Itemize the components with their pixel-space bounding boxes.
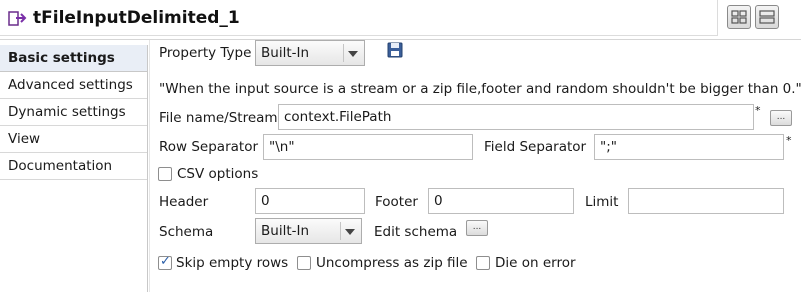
footer-label: Footer — [375, 194, 418, 210]
grid-layout-button[interactable] — [727, 5, 751, 29]
schema-label: Schema — [159, 224, 214, 240]
sidebar-item-advanced-settings[interactable]: Advanced settings — [0, 72, 147, 99]
required-marker: * — [755, 104, 761, 117]
schema-select[interactable]: Built-In — [255, 218, 362, 244]
combo-separator — [340, 222, 341, 240]
die-on-error-label: Die on error — [495, 255, 576, 271]
header-input[interactable]: 0 — [255, 188, 365, 214]
uncompress-zip-label: Uncompress as zip file — [316, 255, 468, 271]
required-marker: * — [786, 134, 792, 147]
footer-random-warning: "When the input source is a stream or a … — [159, 81, 801, 97]
uncompress-zip-checkbox[interactable] — [297, 256, 311, 270]
footer-input[interactable]: 0 — [428, 188, 574, 214]
schema-value: Built-In — [261, 223, 310, 239]
stack-layout-button[interactable] — [755, 5, 779, 29]
field-separator-input[interactable]: ";" — [594, 134, 784, 160]
file-input-icon — [8, 11, 27, 26]
sidebar-item-view[interactable]: View — [0, 126, 147, 153]
die-on-error-checkbox[interactable] — [476, 256, 490, 270]
property-type-select[interactable]: Built-In — [255, 40, 365, 66]
basic-settings-panel: Property Type Built-In "When the input s… — [149, 40, 801, 292]
combo-separator — [343, 44, 344, 62]
component-title: tFileInputDelimited_1 — [33, 8, 240, 28]
skip-empty-rows-label: Skip empty rows — [176, 255, 289, 271]
file-name-label: File name/Stream — [159, 110, 278, 126]
row-separator-input[interactable]: "\n" — [263, 134, 473, 160]
save-icon[interactable] — [387, 42, 403, 58]
limit-label: Limit — [585, 194, 619, 210]
edit-schema-button[interactable]: ... — [466, 220, 488, 236]
file-name-input[interactable]: context.FilePath — [278, 104, 754, 130]
settings-sidebar: Basic settings Advanced settings Dynamic… — [0, 45, 148, 292]
browse-file-button[interactable]: ... — [770, 110, 792, 126]
grid-layout-icon — [731, 10, 747, 24]
field-separator-label: Field Separator — [484, 139, 587, 155]
title-bar: tFileInputDelimited_1 — [0, 0, 801, 40]
sidebar-item-dynamic-settings[interactable]: Dynamic settings — [0, 99, 147, 126]
stack-layout-icon — [759, 10, 775, 24]
sidebar-item-documentation[interactable]: Documentation — [0, 153, 147, 180]
skip-empty-rows-checkbox[interactable] — [158, 254, 172, 270]
property-type-label: Property Type — [159, 45, 252, 61]
header-label: Header — [159, 194, 209, 210]
csv-options-checkbox[interactable] — [158, 167, 172, 181]
sidebar-item-basic-settings[interactable]: Basic settings — [0, 45, 147, 72]
row-separator-label: Row Separator — [159, 139, 259, 155]
chevron-down-icon — [345, 229, 355, 235]
limit-input[interactable] — [628, 188, 784, 214]
csv-options-label: CSV options — [177, 166, 259, 182]
property-type-value: Built-In — [261, 45, 310, 61]
component-title-tab: tFileInputDelimited_1 — [0, 0, 718, 36]
chevron-down-icon — [348, 51, 358, 57]
edit-schema-label: Edit schema — [374, 224, 458, 240]
